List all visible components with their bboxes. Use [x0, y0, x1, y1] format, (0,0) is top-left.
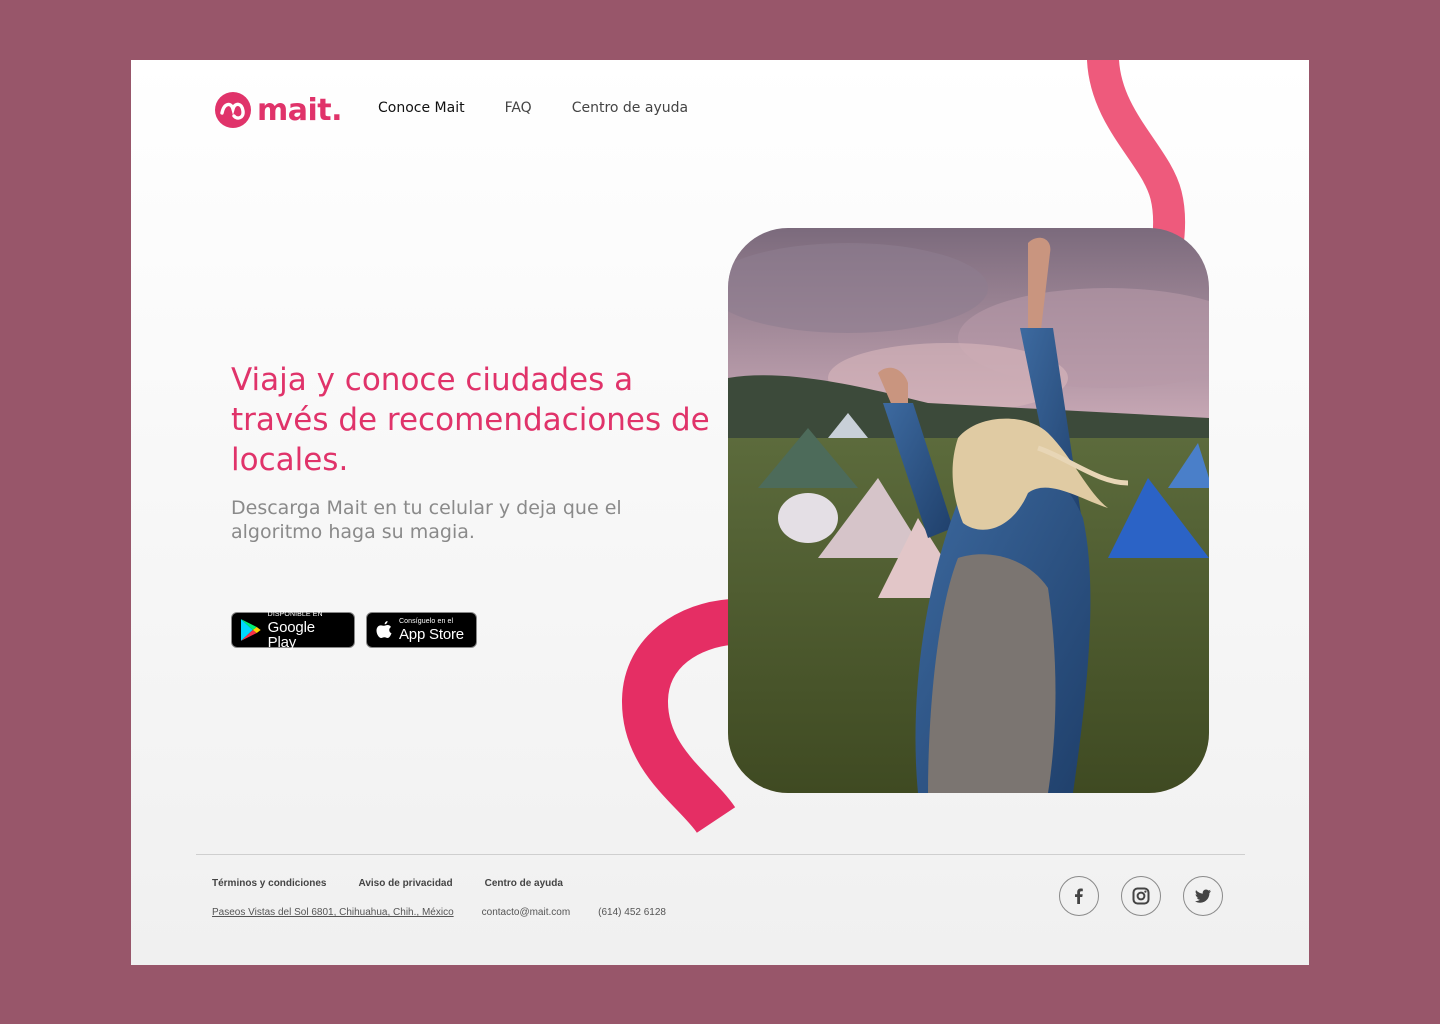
footer-email[interactable]: contacto@mait.com	[482, 907, 571, 918]
app-store-small-label: Consíguelo en el	[399, 618, 454, 625]
nav-faq[interactable]: FAQ	[505, 100, 532, 116]
instagram-icon	[1132, 887, 1150, 905]
main-nav: Conoce Mait FAQ Centro de ayuda	[378, 100, 688, 116]
google-play-icon	[240, 619, 261, 641]
facebook-icon	[1075, 888, 1083, 904]
store-buttons: DISPONIBLE EN Google Play Consíguelo en …	[231, 610, 477, 651]
nav-conoce-mait[interactable]: Conoce Mait	[378, 100, 465, 116]
footer-link-ayuda[interactable]: Centro de ayuda	[485, 878, 563, 889]
landing-page: mait. Conoce Mait FAQ Centro de ayuda Vi…	[131, 60, 1309, 965]
instagram-button[interactable]	[1121, 876, 1161, 916]
app-store-button[interactable]: Consíguelo en el App Store	[366, 612, 477, 648]
app-store-label: App Store	[399, 626, 464, 643]
footer-address[interactable]: Paseos Vistas del Sol 6801, Chihuahua, C…	[212, 907, 454, 918]
festival-woman-photo	[728, 228, 1209, 793]
google-play-small-label: DISPONIBLE EN	[267, 610, 323, 618]
nav-centro-de-ayuda[interactable]: Centro de ayuda	[572, 100, 688, 116]
mait-logo-icon	[215, 92, 251, 128]
hero-title: Viaja y conoce ciudades a través de reco…	[231, 362, 710, 478]
footer-link-privacidad[interactable]: Aviso de privacidad	[358, 878, 452, 889]
footer-phone: (614) 452 6128	[598, 907, 666, 918]
footer-links: Términos y condiciones Aviso de privacid…	[212, 878, 563, 889]
social-links	[1059, 876, 1223, 916]
footer-divider	[196, 854, 1245, 855]
twitter-button[interactable]	[1183, 876, 1223, 916]
footer-link-terminos[interactable]: Términos y condiciones	[212, 878, 326, 889]
brand-logo[interactable]: mait.	[213, 90, 343, 130]
footer-contact: Paseos Vistas del Sol 6801, Chihuahua, C…	[212, 907, 666, 918]
facebook-button[interactable]	[1059, 876, 1099, 916]
logo-text: mait.	[257, 92, 343, 128]
google-play-button[interactable]: DISPONIBLE EN Google Play	[231, 610, 355, 651]
twitter-icon	[1195, 889, 1211, 903]
google-play-label: Google Play	[267, 618, 315, 651]
apple-icon	[376, 621, 392, 638]
hero-subtitle: Descarga Mait en tu celular y deja que e…	[231, 497, 622, 543]
